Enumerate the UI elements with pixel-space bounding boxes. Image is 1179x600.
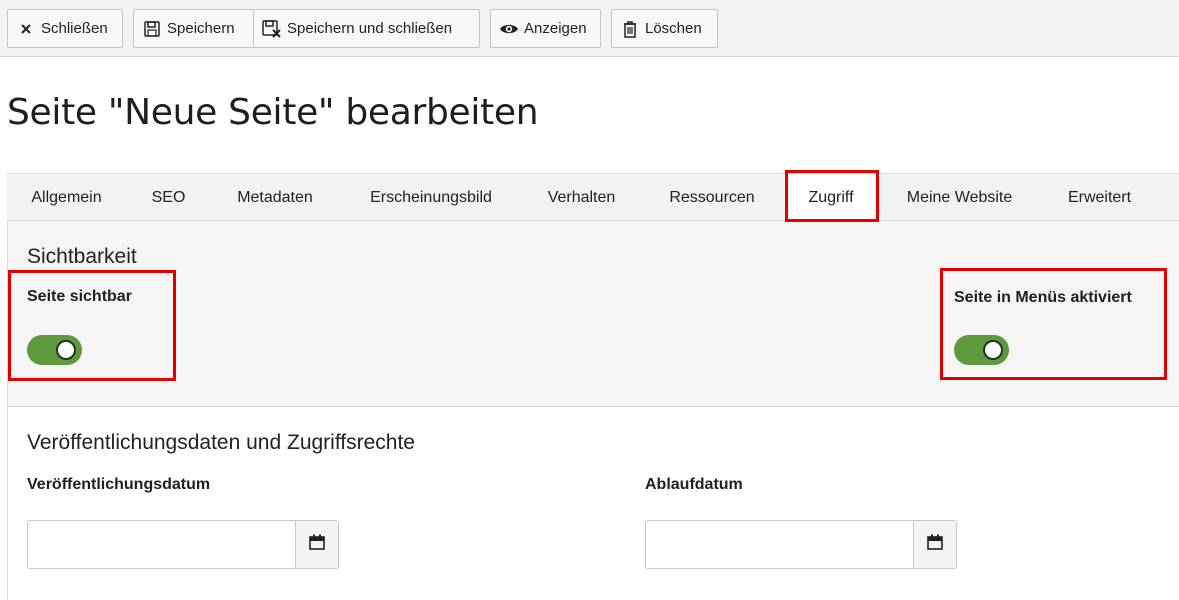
view-button[interactable]: Anzeigen	[490, 9, 601, 48]
toggle-knob	[56, 340, 76, 360]
expiry-date-input[interactable]	[646, 521, 913, 568]
trash-icon	[620, 19, 640, 39]
tab-erscheinungsbild[interactable]: Erscheinungsbild	[344, 174, 518, 221]
save-and-close-button[interactable]: Speichern und schließen	[253, 9, 480, 48]
calendar-icon	[926, 533, 944, 556]
save-button[interactable]: Speichern	[133, 9, 254, 48]
toggle-knob	[983, 340, 1003, 360]
save-icon	[142, 19, 162, 39]
visibility-section: Sichtbarkeit Seite sichtbar Seite in Men…	[8, 221, 1179, 407]
eye-icon	[499, 19, 519, 39]
publish-date-field	[27, 520, 339, 569]
tab-seo[interactable]: SEO	[133, 174, 204, 221]
save-close-icon	[262, 19, 282, 39]
expiry-date-calendar-button[interactable]	[913, 521, 956, 568]
save-button-label: Speichern	[167, 20, 235, 37]
visibility-section-title: Sichtbarkeit	[27, 245, 137, 268]
tab-erweitert[interactable]: Erweitert	[1047, 174, 1152, 221]
tab-verhalten[interactable]: Verhalten	[526, 174, 637, 221]
view-button-label: Anzeigen	[524, 20, 587, 37]
publish-date-label: Veröffentlichungsdatum	[27, 476, 211, 493]
close-button[interactable]: Schließen	[7, 9, 123, 48]
tab-zugriff[interactable]: Zugriff	[787, 174, 875, 221]
publishing-section-title: Veröffentlichungsdaten und Zugriffsrecht…	[27, 431, 415, 454]
menu-enabled-label: Seite in Menüs aktiviert	[954, 289, 1132, 306]
tab-ressourcen[interactable]: Ressourcen	[647, 174, 777, 221]
calendar-icon	[308, 533, 326, 556]
publish-date-input[interactable]	[28, 521, 295, 568]
tab-meine-website[interactable]: Meine Website	[883, 174, 1036, 221]
close-button-label: Schließen	[41, 20, 108, 37]
tab-metadaten[interactable]: Metadaten	[213, 174, 337, 221]
tab-bar: Allgemein SEO Metadaten Erscheinungsbild…	[7, 173, 1179, 221]
toolbar: Schließen Speichern Speichern und schlie…	[0, 0, 1179, 57]
delete-button-label: Löschen	[645, 20, 702, 37]
save-and-close-button-label: Speichern und schließen	[287, 20, 453, 37]
publish-date-calendar-button[interactable]	[295, 521, 338, 568]
expiry-date-field	[645, 520, 957, 569]
tab-panel-zugriff: Sichtbarkeit Seite sichtbar Seite in Men…	[7, 221, 1179, 600]
page-visible-toggle[interactable]	[27, 335, 82, 365]
close-icon	[16, 19, 36, 39]
expiry-date-label: Ablaufdatum	[645, 476, 743, 493]
delete-button[interactable]: Löschen	[611, 9, 718, 48]
menu-enabled-toggle[interactable]	[954, 335, 1009, 365]
page-title: Seite "Neue Seite" bearbeiten	[7, 92, 539, 133]
tab-allgemein[interactable]: Allgemein	[7, 174, 126, 221]
page-visible-label: Seite sichtbar	[27, 288, 132, 305]
